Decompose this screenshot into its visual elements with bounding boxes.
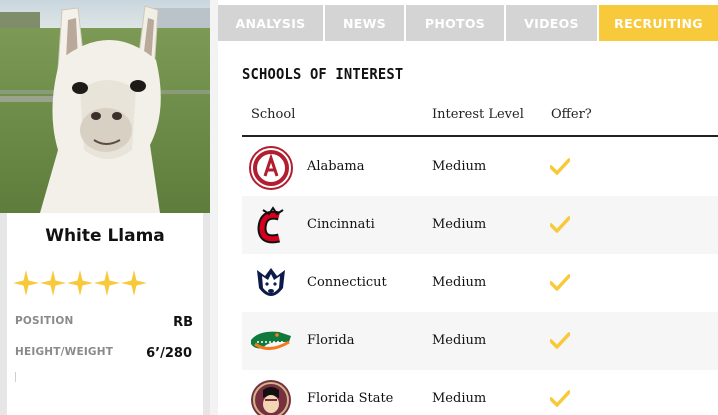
table-row[interactable]: Cincinnati Medium — [242, 196, 718, 254]
player-name: White Llama — [45, 226, 165, 246]
checkmark-icon — [550, 158, 570, 175]
column-header-offer: Offer? — [551, 107, 592, 122]
alabama-logo-icon — [249, 146, 293, 190]
star-icon — [13, 270, 39, 296]
interest-level: Medium — [432, 333, 487, 348]
table-row[interactable]: Connecticut Medium — [242, 254, 718, 312]
table-row[interactable]: Alabama Medium — [242, 138, 718, 196]
divider — [15, 372, 16, 382]
llama-photo-image — [0, 0, 210, 213]
interest-level: Medium — [432, 391, 487, 406]
florida-state-logo-icon — [251, 380, 291, 415]
cincinnati-logo-icon — [257, 206, 284, 244]
interest-level: Medium — [432, 217, 487, 232]
player-profile-panel: White Llama POSITION RB HEIGHT/WEIGHT 6’… — [0, 0, 210, 415]
column-header-school: School — [251, 107, 296, 122]
profile-tabs: ANALYSIS NEWS PHOTOS VIDEOS RECRUITING — [218, 5, 718, 41]
school-name: Florida — [307, 333, 355, 348]
school-name: Alabama — [307, 159, 365, 174]
tab-videos[interactable]: VIDEOS — [506, 5, 599, 41]
card-right-edge — [203, 213, 210, 415]
height-weight-value: 6’/280 — [146, 346, 192, 361]
section-title: SCHOOLS OF INTEREST — [242, 65, 404, 83]
star-icon — [40, 270, 66, 296]
header-divider — [242, 135, 718, 137]
checkmark-icon — [550, 274, 570, 291]
school-name: Connecticut — [307, 275, 387, 290]
connecticut-logo-icon — [257, 268, 285, 296]
panel-gutter — [210, 0, 218, 415]
tab-recruiting[interactable]: RECRUITING — [599, 5, 718, 41]
player-photo — [0, 0, 210, 213]
interest-level: Medium — [432, 275, 487, 290]
tab-analysis[interactable]: ANALYSIS — [218, 5, 325, 41]
table-row[interactable]: Florida Medium — [242, 312, 718, 370]
school-name: Cincinnati — [307, 217, 375, 232]
tab-photos[interactable]: PHOTOS — [406, 5, 506, 41]
checkmark-icon — [550, 216, 570, 233]
checkmark-icon — [550, 390, 570, 407]
star-icon — [94, 270, 120, 296]
star-icon — [121, 270, 147, 296]
interest-level: Medium — [432, 159, 487, 174]
card-left-edge — [0, 213, 7, 415]
star-rating — [13, 270, 147, 298]
star-icon — [67, 270, 93, 296]
height-weight-label: HEIGHT/WEIGHT — [15, 346, 114, 358]
column-header-interest: Interest Level — [432, 107, 524, 122]
school-name: Florida State — [307, 391, 394, 406]
position-label: POSITION — [15, 315, 74, 327]
tab-news[interactable]: NEWS — [325, 5, 406, 41]
checkmark-icon — [550, 332, 570, 349]
position-value: RB — [173, 315, 193, 330]
table-row[interactable]: Florida State Medium — [242, 370, 718, 415]
florida-logo-icon — [251, 331, 291, 350]
